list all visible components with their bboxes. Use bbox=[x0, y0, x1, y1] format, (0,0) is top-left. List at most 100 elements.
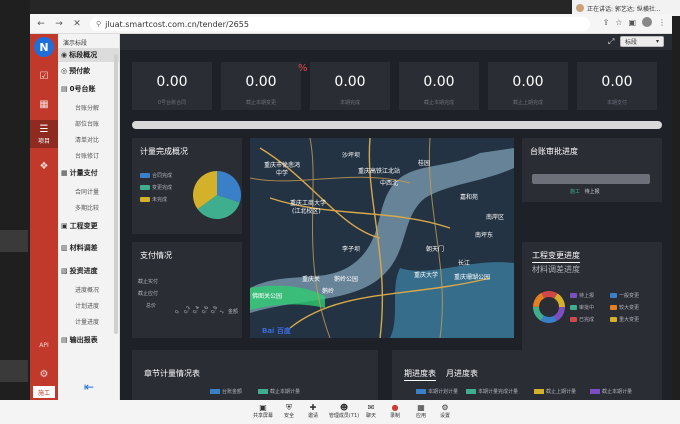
sidebar-subitem[interactable]: 台账分解 bbox=[75, 103, 99, 112]
map-label: 李子坝 bbox=[342, 246, 361, 253]
close-icon[interactable]: ✕ bbox=[70, 17, 84, 31]
list-icon: ☰ bbox=[39, 123, 49, 135]
kpi-card: 0.00 截止本期完成 bbox=[399, 62, 479, 110]
audit-step-name: 施工 bbox=[570, 189, 581, 195]
role-badge[interactable]: 施工 bbox=[33, 386, 55, 398]
speaker-avatar bbox=[576, 4, 584, 12]
map-label: 重庆大学 bbox=[414, 272, 439, 279]
payment-axis-ticks: 0 0.2 0.4 0.6 0.8 1 bbox=[174, 305, 226, 328]
section-select[interactable]: 标段 ▾ bbox=[620, 36, 664, 47]
chat-icon: ✉ bbox=[367, 403, 375, 412]
payment-axis-tick: 0.8 bbox=[210, 305, 220, 315]
map-label: 重庆高铁江北站 bbox=[358, 168, 401, 175]
chevron-down-icon: ▾ bbox=[655, 38, 659, 45]
sidebar-item-label: 工程变更 bbox=[69, 222, 98, 230]
sidebar-item-measure-pay[interactable]: ▦ 计量支付 bbox=[61, 168, 98, 178]
legend-label: 审批中 bbox=[579, 305, 595, 311]
tab-period-schedule[interactable]: 期进度表 bbox=[404, 368, 436, 381]
map-label: 桂园 bbox=[418, 160, 431, 167]
kpi-value: 0.00 bbox=[156, 74, 188, 90]
site-info-icon[interactable]: ⚲ bbox=[96, 20, 101, 28]
share-screen-button[interactable]: ▣ 共享屏幕 bbox=[252, 402, 274, 420]
sidebar-subitem[interactable]: 计量进度 bbox=[75, 317, 99, 326]
record-button[interactable]: ● 录制 bbox=[384, 402, 406, 420]
collapse-menu-icon[interactable]: ⇤ bbox=[84, 380, 94, 394]
url-field[interactable]: ⚲ jluat.smartcost.com.cn/tender/2655 bbox=[90, 17, 590, 31]
legend-swatch bbox=[416, 389, 426, 394]
checkbox-icon: ☑ bbox=[39, 70, 49, 82]
legend-label: 截止本期计量 bbox=[602, 389, 633, 395]
sidebar-subitem[interactable]: 台账修订 bbox=[75, 151, 99, 160]
profile-avatar[interactable] bbox=[642, 17, 652, 27]
sidebar-subitem[interactable]: 进度概况 bbox=[75, 285, 99, 294]
tab-change-progress[interactable]: 工程变更进度 bbox=[532, 250, 580, 263]
rail-item-project[interactable]: ☰ 项目 bbox=[30, 120, 58, 148]
toolbar-label: 共享屏幕 bbox=[252, 413, 273, 419]
audit-progress-track bbox=[532, 174, 650, 184]
rail-item-dashboard[interactable]: ▦ bbox=[30, 92, 58, 116]
map-label: 南坪东 bbox=[475, 232, 494, 239]
fullscreen-icon[interactable]: ⤢ bbox=[608, 37, 614, 47]
payment-row-label: 截止实付 bbox=[138, 279, 159, 285]
rail-item-resources[interactable]: ❖ bbox=[30, 154, 58, 178]
kpi-label: 截止本期完成 bbox=[423, 100, 454, 106]
sidebar-item-overview[interactable]: ◉ 标段概况 bbox=[58, 48, 119, 62]
sidebar-item-report[interactable]: ▤ 输出报表 bbox=[61, 335, 98, 345]
sidebar-item-label: 投资进度 bbox=[69, 267, 98, 275]
apps-icon: ▦ bbox=[417, 403, 425, 412]
sidebar-icon[interactable]: ▣ bbox=[628, 18, 636, 27]
sidebar-item-advance[interactable]: ◎ 预付款 bbox=[61, 66, 90, 76]
project-name: 演示标段 bbox=[63, 40, 88, 47]
desktop-right-strip bbox=[672, 0, 680, 424]
toolbar-label: 管理成员(71) bbox=[328, 413, 360, 419]
share-icon[interactable]: ⇪ bbox=[603, 18, 610, 27]
sidebar-item-material[interactable]: ▥ 材料调差 bbox=[61, 243, 98, 253]
payment-axis-tick: 0.6 bbox=[201, 305, 211, 315]
map-label: 长江 bbox=[458, 260, 471, 267]
map-label: 嘉和苑 bbox=[460, 194, 479, 201]
gear-icon: ⚙ bbox=[441, 403, 449, 412]
map-label: 中西北 bbox=[380, 180, 399, 187]
legend-swatch bbox=[610, 293, 617, 298]
sidebar-subitem[interactable]: 部位台账 bbox=[75, 119, 99, 128]
sidebar-item-change[interactable]: ▣ 工程变更 bbox=[61, 221, 98, 231]
invite-button[interactable]: ✚ 邀请 bbox=[302, 402, 324, 420]
legend-swatch bbox=[590, 389, 600, 394]
rail-item-settings[interactable]: ⚙ bbox=[30, 362, 58, 386]
sidebar-subitem[interactable]: 计划进度 bbox=[75, 301, 99, 310]
sidebar-subitem[interactable]: 合同计量 bbox=[75, 187, 99, 196]
rail-api-link[interactable]: API bbox=[30, 342, 58, 349]
rail-item-tasks[interactable]: ☑ bbox=[30, 64, 58, 88]
legend-label: 一般变更 bbox=[619, 293, 640, 299]
bookmark-star-icon[interactable]: ☆ bbox=[615, 18, 622, 27]
legend-label: 本期计划计量 bbox=[428, 389, 459, 395]
tab-material-progress[interactable]: 材料调差进度 bbox=[532, 264, 580, 275]
more-menu-icon[interactable]: ⋮ bbox=[658, 18, 666, 27]
tab-month-schedule[interactable]: 月进度表 bbox=[446, 368, 478, 379]
members-icon: ☻ bbox=[339, 403, 349, 412]
sidebar-item-label: 输出报表 bbox=[69, 336, 98, 344]
sidebar-subitem[interactable]: 多期比较 bbox=[75, 203, 99, 212]
forward-arrow-icon[interactable]: → bbox=[52, 17, 66, 31]
dashboard-icon: ◉ bbox=[61, 51, 68, 59]
sidebar-subitem[interactable]: 清单对比 bbox=[75, 135, 99, 144]
manage-members-button[interactable]: ☻ 管理成员(71) bbox=[328, 402, 360, 420]
app-logo[interactable]: N bbox=[34, 37, 54, 57]
kpi-card: 0.00 本期支付 bbox=[577, 62, 657, 110]
sidebar-scrollbar[interactable] bbox=[114, 54, 118, 334]
chat-button[interactable]: ✉ 聊天 bbox=[360, 402, 382, 420]
sidebar-item-investment[interactable]: ▧ 投资进度 bbox=[61, 266, 98, 276]
back-arrow-icon[interactable]: ← bbox=[34, 17, 48, 31]
settings-button[interactable]: ⚙ 设置 bbox=[434, 402, 456, 420]
toolbar-label: 邀请 bbox=[307, 413, 318, 419]
legend-label: 较大变更 bbox=[619, 305, 640, 311]
screen: 正在讲话: 郭艺达; 纵横社... ← → ✕ ⚲ jluat.smartcos… bbox=[0, 0, 680, 424]
project-map[interactable]: 重庆市徐悲鸿 中学 重庆工商大学 (江北校区) 沙坪坝 重庆高铁江北站 中西北 … bbox=[250, 138, 514, 338]
security-button[interactable]: ⛨ 安全 bbox=[278, 402, 300, 420]
kpi-card: 0.00 0号台账合同 bbox=[132, 62, 212, 110]
kpi-card: 0.00 截止本期变更 bbox=[221, 62, 301, 110]
apps-button[interactable]: ▦ 应用 bbox=[410, 402, 432, 420]
legend-item: 合同完成 bbox=[140, 172, 172, 179]
legend-item: 审批中 bbox=[570, 304, 594, 311]
sidebar-item-ledger[interactable]: ▤ 0号台账 bbox=[61, 84, 96, 94]
